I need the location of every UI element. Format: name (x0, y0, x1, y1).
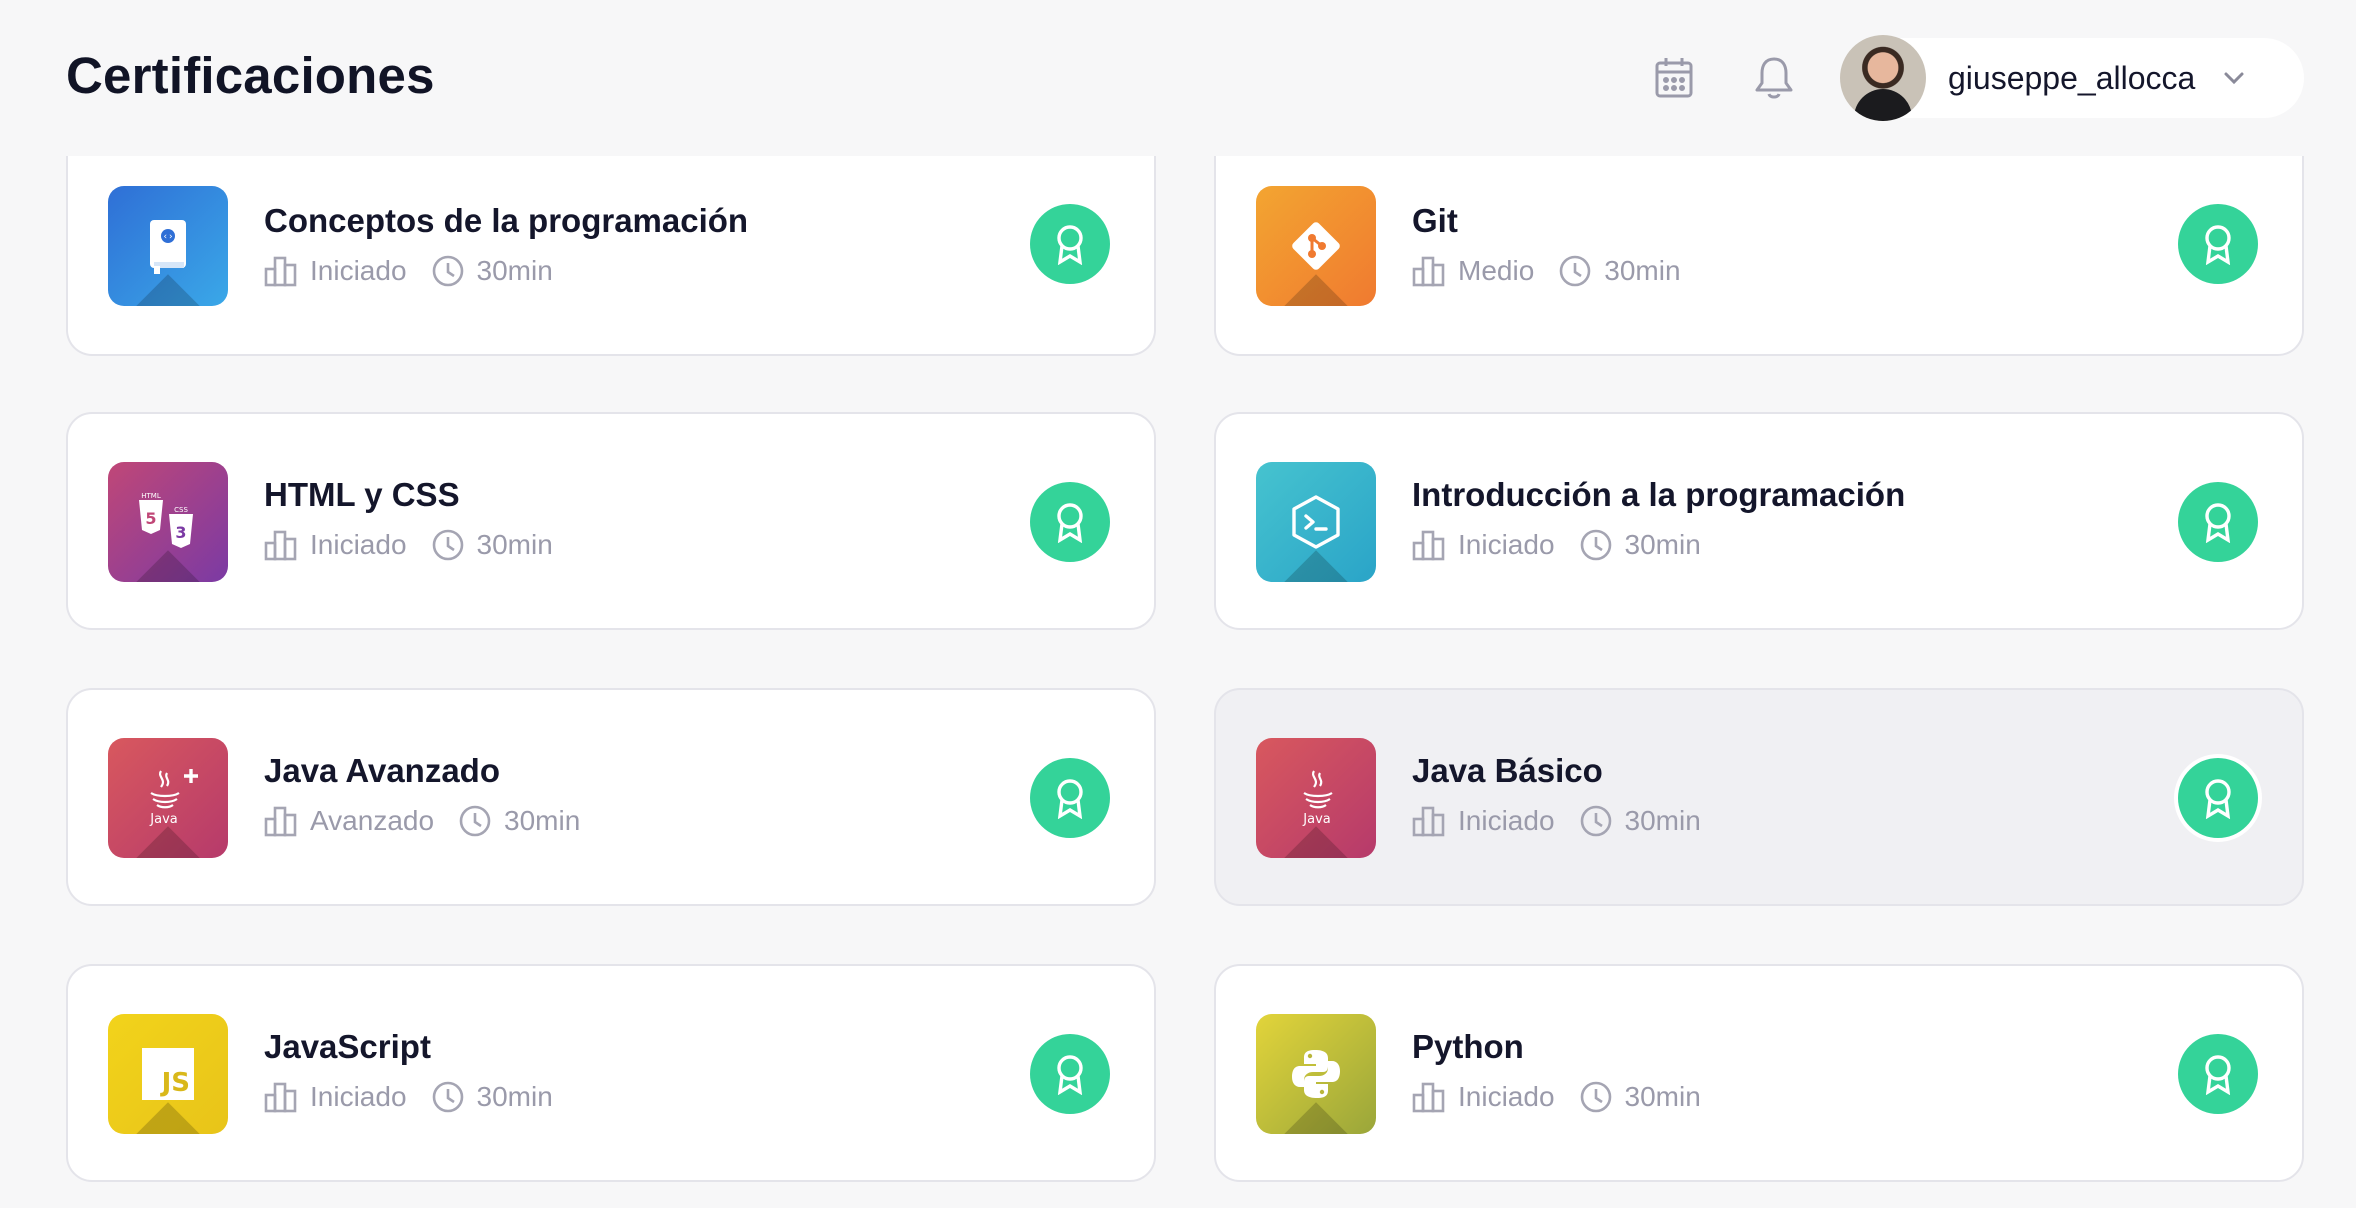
clock-icon (1559, 255, 1591, 287)
award-button[interactable] (2178, 482, 2258, 562)
svg-text:Java: Java (1302, 812, 1330, 827)
html-css-icon: HTML CSS 5 3 (108, 462, 228, 582)
level-chart-icon (264, 806, 297, 837)
java-plus-icon: Java (108, 738, 228, 858)
certification-title: Python (1412, 1028, 1524, 1065)
terminal-icon (1256, 462, 1376, 582)
award-button[interactable] (1030, 204, 1110, 284)
clock-icon (459, 805, 491, 837)
certification-meta: Iniciado 30min (264, 254, 553, 288)
level: Iniciado (264, 255, 407, 287)
level-chart-icon (264, 256, 297, 287)
svg-text:5: 5 (145, 509, 156, 528)
javascript-icon: JS (108, 1014, 228, 1134)
level: Iniciado (264, 529, 407, 561)
user-menu[interactable]: giuseppe_allocca (1840, 35, 2304, 121)
duration: 30min (431, 254, 553, 288)
username: giuseppe_allocca (1948, 59, 2196, 96)
award-icon (1057, 1055, 1083, 1095)
award-button[interactable] (2178, 758, 2258, 838)
certification-card[interactable]: JS JavaScript Iniciado 30min (66, 964, 1156, 1182)
level: Iniciado (1412, 529, 1555, 561)
bell-icon[interactable] (1752, 54, 1796, 102)
chevron-down-icon (2223, 71, 2245, 85)
award-icon (2205, 503, 2231, 543)
certification-meta: Iniciado 30min (264, 528, 553, 562)
certification-card[interactable]: ‹› Conceptos de la programación Iniciado… (66, 150, 1156, 356)
avatar (1840, 35, 1926, 121)
duration: 30min (1579, 528, 1701, 562)
clock-icon (1580, 805, 1611, 837)
duration: 30min (431, 528, 553, 562)
svg-text:Java: Java (149, 812, 177, 827)
level: Iniciado (1412, 1081, 1555, 1113)
certification-card[interactable]: Java Java Avanzado Avanzado 30min (66, 688, 1156, 906)
award-icon (2205, 1055, 2231, 1095)
certification-meta: Medio 30min (1412, 254, 1681, 288)
award-button[interactable] (2178, 204, 2258, 284)
certification-title: Conceptos de la programación (264, 202, 749, 239)
book-code-icon: ‹› (108, 186, 228, 306)
certification-card[interactable]: Java Java Básico Iniciado 30min (1214, 688, 2304, 906)
certification-meta: Iniciado 30min (1412, 1080, 1701, 1114)
certification-title: JavaScript (264, 1028, 431, 1065)
certification-title: HTML y CSS (264, 476, 460, 513)
clock-icon (1580, 529, 1611, 561)
duration: 30min (1579, 804, 1701, 838)
svg-text:‹›: ‹› (163, 232, 174, 242)
calendar-icon[interactable] (1652, 54, 1696, 102)
certification-meta: Avanzado 30min (264, 804, 580, 838)
award-button[interactable] (1030, 1034, 1110, 1114)
award-icon (1057, 503, 1083, 543)
award-icon (1057, 779, 1083, 819)
clock-icon (432, 529, 463, 561)
level-chart-icon (1412, 256, 1445, 287)
level-chart-icon (1412, 530, 1445, 561)
award-icon (2205, 779, 2231, 819)
certification-card[interactable]: HTML CSS 5 3 HTML y CSS Iniciado 30min (66, 412, 1156, 630)
certification-meta: Iniciado 30min (264, 1080, 553, 1114)
svg-text:3: 3 (175, 523, 186, 542)
duration: 30min (458, 804, 580, 838)
certification-title: Java Básico (1412, 752, 1603, 789)
certification-card[interactable]: Git Medio 30min (1214, 150, 2304, 356)
clock-icon (432, 255, 463, 287)
certification-title: Introducción a la programación (1412, 476, 1906, 513)
top-header: Certificaciones giuseppe_allocca (0, 0, 2356, 156)
duration: 30min (1558, 254, 1681, 288)
certification-card[interactable]: Introducción a la programación Iniciado … (1214, 412, 2304, 630)
certification-title: Git (1412, 202, 1458, 239)
award-button[interactable] (2178, 1034, 2258, 1114)
award-icon (2205, 225, 2231, 265)
clock-icon (1580, 1081, 1611, 1113)
level: Medio (1412, 255, 1534, 287)
award-button[interactable] (1030, 482, 1110, 562)
level: Iniciado (264, 1081, 407, 1113)
certification-meta: Iniciado 30min (1412, 804, 1701, 838)
certification-title: Java Avanzado (264, 752, 500, 789)
svg-text:HTML: HTML (141, 492, 161, 500)
duration: 30min (1579, 1080, 1701, 1114)
certification-meta: Iniciado 30min (1412, 528, 1701, 562)
award-button[interactable] (1030, 758, 1110, 838)
level-chart-icon (264, 530, 297, 561)
certification-card[interactable]: Python Iniciado 30min (1214, 964, 2304, 1182)
git-icon (1256, 186, 1376, 306)
award-icon (1057, 225, 1083, 265)
python-icon (1256, 1014, 1376, 1134)
level: Avanzado (264, 805, 434, 837)
java-icon: Java (1256, 738, 1376, 858)
level: Iniciado (1412, 805, 1555, 837)
svg-text:CSS: CSS (174, 506, 188, 514)
page-title: Certificaciones (66, 47, 435, 104)
level-chart-icon (1412, 806, 1445, 837)
level-chart-icon (1412, 1082, 1445, 1113)
duration: 30min (431, 1080, 553, 1114)
level-chart-icon (264, 1082, 297, 1113)
clock-icon (432, 1081, 463, 1113)
